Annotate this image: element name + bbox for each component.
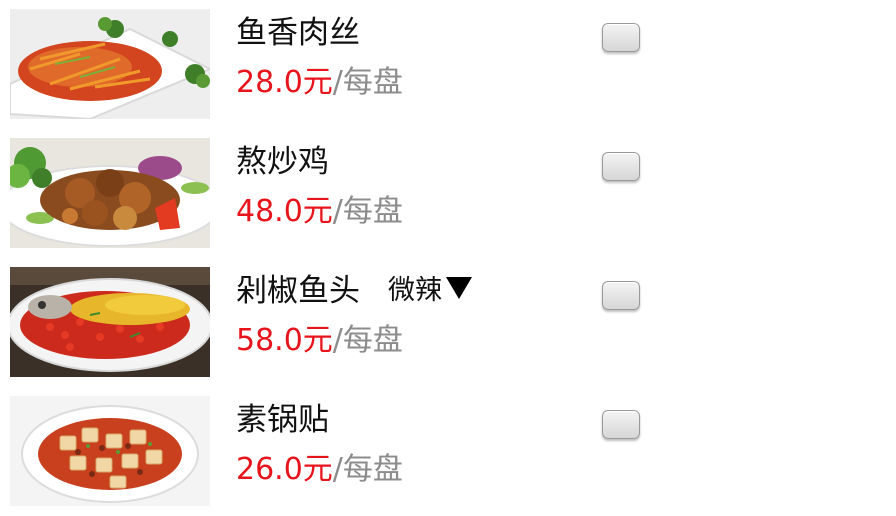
dish-price: 28.0元 bbox=[236, 65, 333, 100]
select-checkbox[interactable] bbox=[602, 410, 640, 439]
select-checkbox[interactable] bbox=[602, 152, 640, 181]
menu-item[interactable]: 素锅贴 26.0元/每盘 bbox=[0, 387, 896, 516]
dish-photo bbox=[10, 267, 210, 377]
dish-price: 58.0元 bbox=[236, 323, 333, 358]
price-unit: /每盘 bbox=[332, 194, 403, 229]
dish-name-row: 熬炒鸡 bbox=[236, 136, 329, 180]
select-checkbox[interactable] bbox=[602, 281, 640, 310]
dish-name: 素锅贴 bbox=[236, 401, 329, 438]
dish-name: 剁椒鱼头 bbox=[236, 272, 360, 309]
price-row: 48.0元/每盘 bbox=[236, 185, 403, 231]
dish-price: 26.0元 bbox=[236, 452, 333, 487]
su-guotie-photo bbox=[10, 396, 210, 506]
price-unit: /每盘 bbox=[332, 323, 403, 358]
select-checkbox[interactable] bbox=[602, 23, 640, 52]
dish-name: 熬炒鸡 bbox=[236, 143, 329, 180]
menu-item[interactable]: 熬炒鸡 48.0元/每盘 bbox=[0, 129, 896, 258]
dish-photo bbox=[10, 138, 210, 248]
yuxiang-rousi-photo bbox=[10, 9, 210, 119]
price-row: 26.0元/每盘 bbox=[236, 443, 403, 489]
dish-name-row: 剁椒鱼头 微辣 bbox=[236, 265, 472, 309]
duojiao-yutou-photo bbox=[10, 267, 210, 377]
price-row: 28.0元/每盘 bbox=[236, 56, 403, 102]
dropdown-arrow-icon bbox=[446, 277, 472, 299]
price-row: 58.0元/每盘 bbox=[236, 314, 403, 360]
price-unit: /每盘 bbox=[332, 452, 403, 487]
menu-list: 鱼香肉丝 28.0元/每盘 熬炒鸡 48.0元 /每盘 剁椒鱼头 微辣 58.0… bbox=[0, 0, 896, 509]
dish-name-row: 素锅贴 bbox=[236, 394, 329, 438]
dish-name: 鱼香肉丝 bbox=[236, 14, 360, 51]
dish-photo bbox=[10, 396, 210, 506]
dish-photo bbox=[10, 9, 210, 119]
dish-name-row: 鱼香肉丝 bbox=[236, 7, 360, 51]
spice-level-label: 微辣 bbox=[388, 274, 442, 306]
aochao-ji-photo bbox=[10, 138, 210, 248]
menu-item[interactable]: 剁椒鱼头 微辣 58.0元/每盘 bbox=[0, 258, 896, 387]
dish-price: 48.0元 bbox=[236, 194, 333, 229]
menu-item[interactable]: 鱼香肉丝 28.0元/每盘 bbox=[0, 0, 896, 129]
spice-level-dropdown[interactable]: 微辣 bbox=[388, 268, 472, 307]
price-unit: /每盘 bbox=[332, 65, 403, 100]
